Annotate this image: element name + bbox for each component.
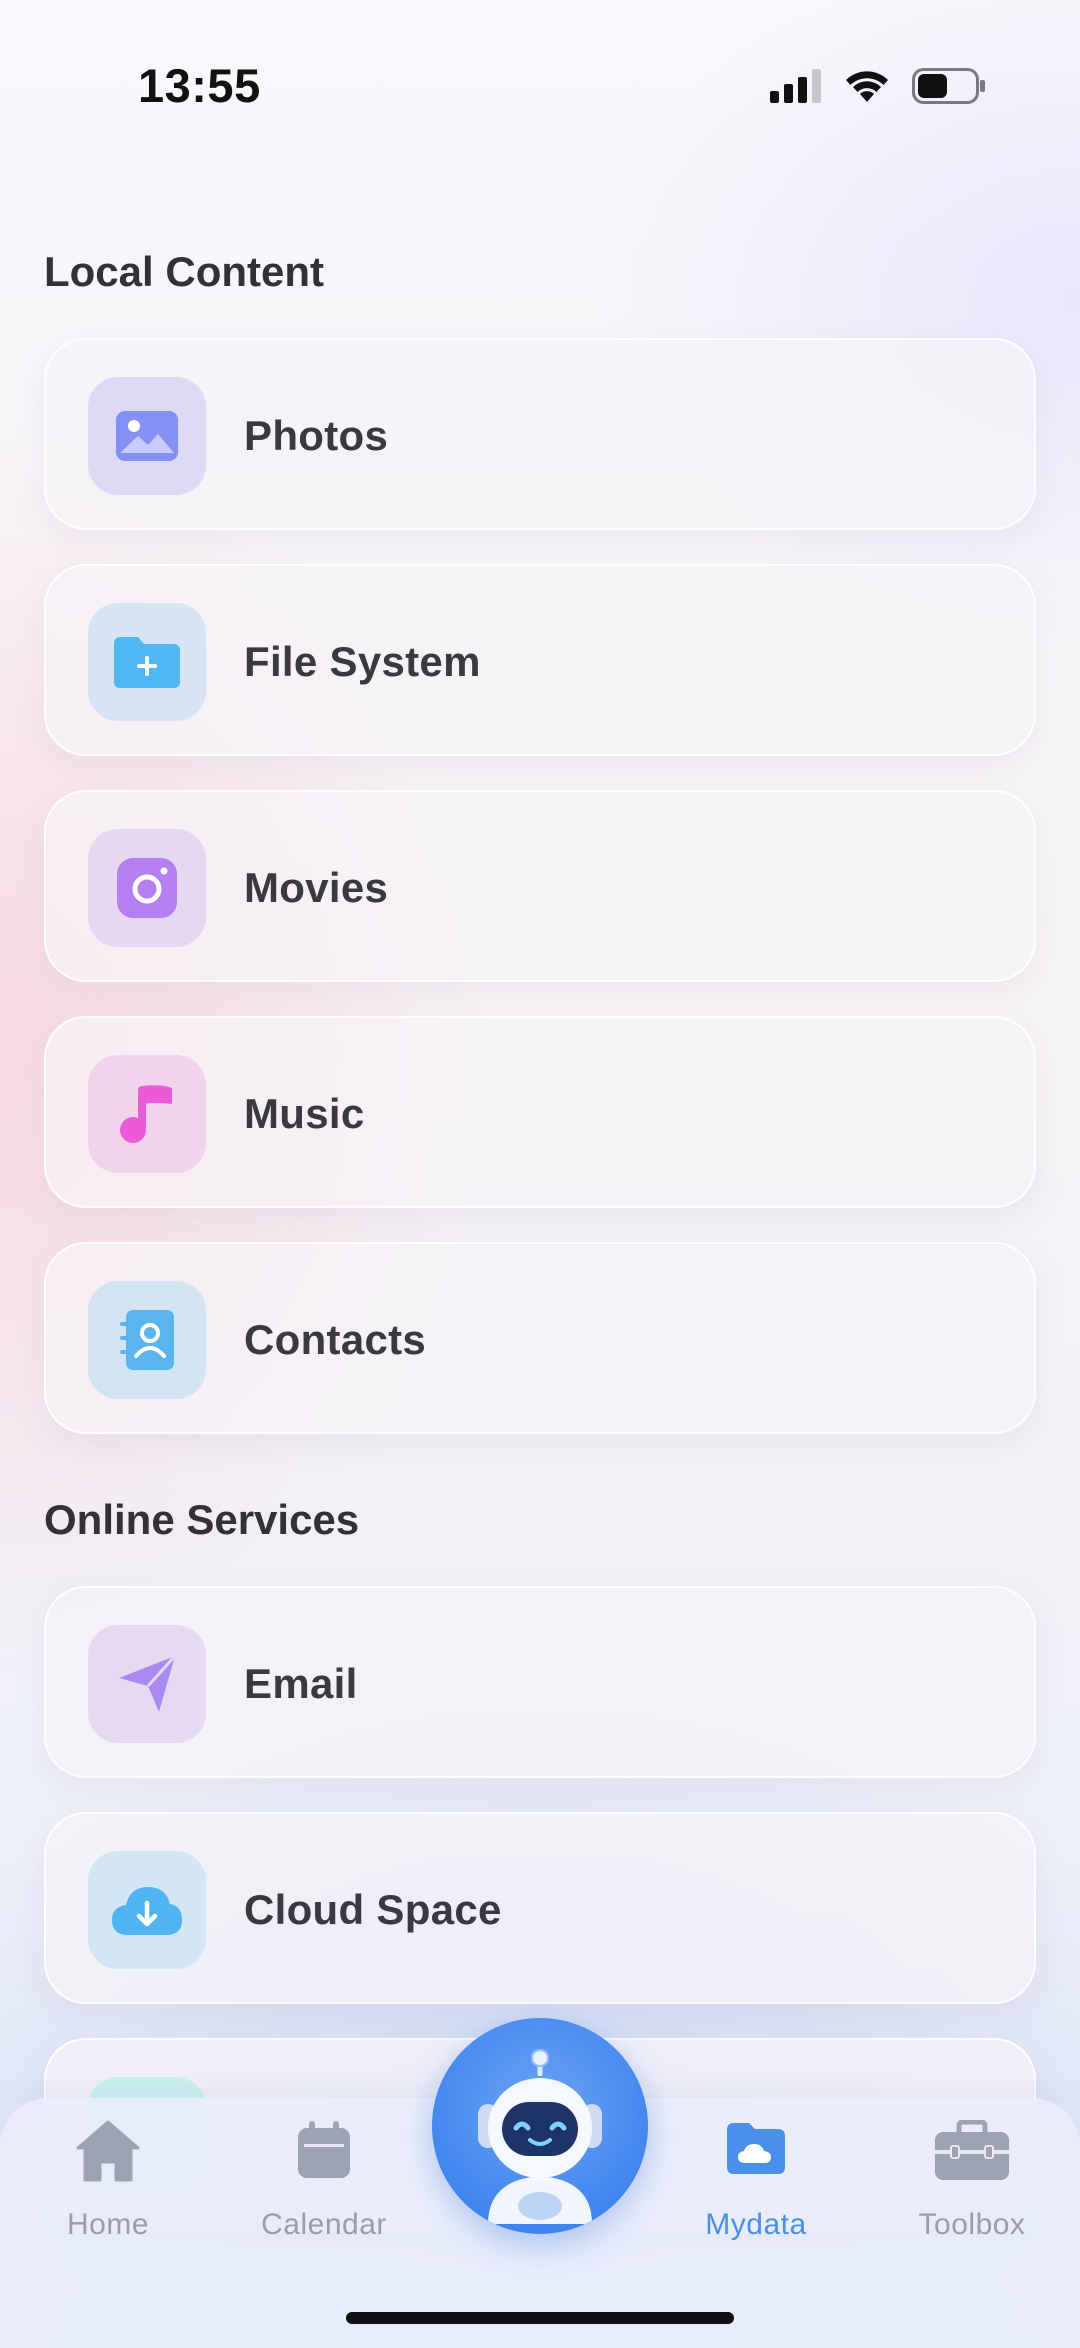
send-plane-icon (119, 1654, 177, 1712)
tab-calendar[interactable]: Calendar (239, 2120, 409, 2250)
contacts-book-icon-tile (88, 1281, 206, 1399)
list-item-label: Photos (244, 412, 389, 459)
camera-icon-tile (88, 829, 206, 947)
list-item-photos[interactable]: Photos (44, 338, 1036, 530)
camera-icon (117, 858, 177, 918)
toolbox-icon (935, 2120, 1009, 2180)
list-item-label: Cloud Space (244, 1886, 502, 1933)
tab-label: Mydata (705, 2208, 807, 2241)
home-icon (76, 2120, 140, 2182)
list-item-cloud-space[interactable]: Cloud Space (44, 1812, 1036, 2004)
wifi-icon (846, 71, 888, 102)
status-icons (770, 66, 986, 106)
cloud-download-icon-tile (88, 1851, 206, 1969)
section-title-local-content: Local Content (44, 248, 324, 295)
status-bar: 13:55 (0, 0, 1080, 150)
cloud-download-icon (112, 1887, 182, 1935)
tab-mydata[interactable]: Mydata (671, 2120, 841, 2250)
status-time: 13:55 (138, 59, 261, 112)
folder-icon-tile (88, 603, 206, 721)
list-item-file-system[interactable]: File System (44, 564, 1036, 756)
list-item-label: Music (244, 1090, 365, 1137)
tab-home[interactable]: Home (23, 2120, 193, 2250)
contacts-book-icon (120, 1310, 174, 1370)
list-item-label: File System (244, 638, 481, 685)
cloud-folder-icon (727, 2123, 785, 2174)
list-item-label: Email (244, 1660, 358, 1707)
home-indicator (346, 2312, 734, 2324)
cellular-signal-icon (770, 69, 821, 103)
battery-icon (912, 68, 985, 104)
photo-icon (116, 411, 178, 461)
calendar-icon (298, 2121, 350, 2178)
photo-icon-tile (88, 377, 206, 495)
list-item-movies[interactable]: Movies (44, 790, 1036, 982)
music-note-icon (120, 1085, 172, 1143)
send-plane-icon-tile (88, 1625, 206, 1743)
tab-label: Toolbox (918, 2208, 1026, 2241)
tab-label: Calendar (261, 2208, 387, 2241)
folder-icon (114, 637, 180, 688)
tab-toolbox[interactable]: Toolbox (887, 2120, 1057, 2250)
music-note-icon-tile (88, 1055, 206, 1173)
assistant-robot-button[interactable] (432, 2018, 648, 2234)
list-item-label: Contacts (244, 1316, 427, 1363)
robot-assistant-icon (478, 2049, 602, 2224)
list-item-email[interactable]: Email (44, 1586, 1036, 1778)
list-item-label: Movies (244, 864, 389, 911)
list-item-contacts[interactable]: Contacts (44, 1242, 1036, 1434)
list-item-music[interactable]: Music (44, 1016, 1036, 1208)
section-title-online-services: Online Services (44, 1496, 360, 1543)
tab-label: Home (66, 2208, 150, 2241)
